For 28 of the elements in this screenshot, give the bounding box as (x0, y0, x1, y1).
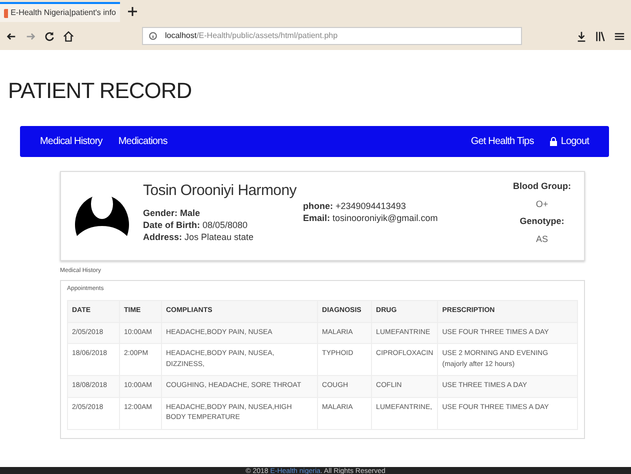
browser-tab[interactable]: E-Health Nigeria|patient's info (0, 2, 120, 22)
genotype-label: Genotype: (518, 215, 566, 228)
nav-link[interactable]: Logout (550, 134, 589, 150)
back-icon[interactable] (6, 30, 17, 42)
patient-name: Tosin Orooniyi Harmony (143, 181, 298, 202)
detail-text: Email: tosinooroniyik@gmail.com (303, 212, 439, 224)
detail-text: Date of Birth: 08/05/8080 (143, 218, 249, 231)
blood-group-value: O+ (534, 198, 550, 211)
info-icon (149, 32, 157, 40)
page-icon (4, 8, 8, 18)
lock-icon (550, 137, 557, 146)
address-bar[interactable]: localhost/E-Health/public/assets/html/patient.php (142, 27, 522, 45)
home-icon[interactable] (63, 30, 74, 42)
menu-icon[interactable] (614, 30, 625, 42)
new-tab-icon[interactable] (128, 6, 137, 16)
library-icon[interactable] (595, 30, 606, 42)
url-text: localhost/E-Health/public/assets/html/patient.php (165, 30, 338, 42)
nav-link[interactable]: Medications (118, 134, 168, 150)
nav-link[interactable]: Medical History (40, 134, 102, 150)
download-icon[interactable] (576, 30, 587, 42)
detail-text: Gender: Male (143, 206, 202, 219)
nav-link[interactable]: Get Health Tips (470, 134, 534, 150)
reload-icon[interactable] (44, 30, 55, 42)
page-title: PATIENT RECORD (8, 78, 193, 104)
detail-text: Address: Jos Plateau state (143, 230, 255, 243)
blood-group-label: Blood Group: (512, 180, 572, 194)
detail-text: phone: +2349094413493 (303, 200, 407, 212)
genotype-value: AS (534, 232, 549, 246)
